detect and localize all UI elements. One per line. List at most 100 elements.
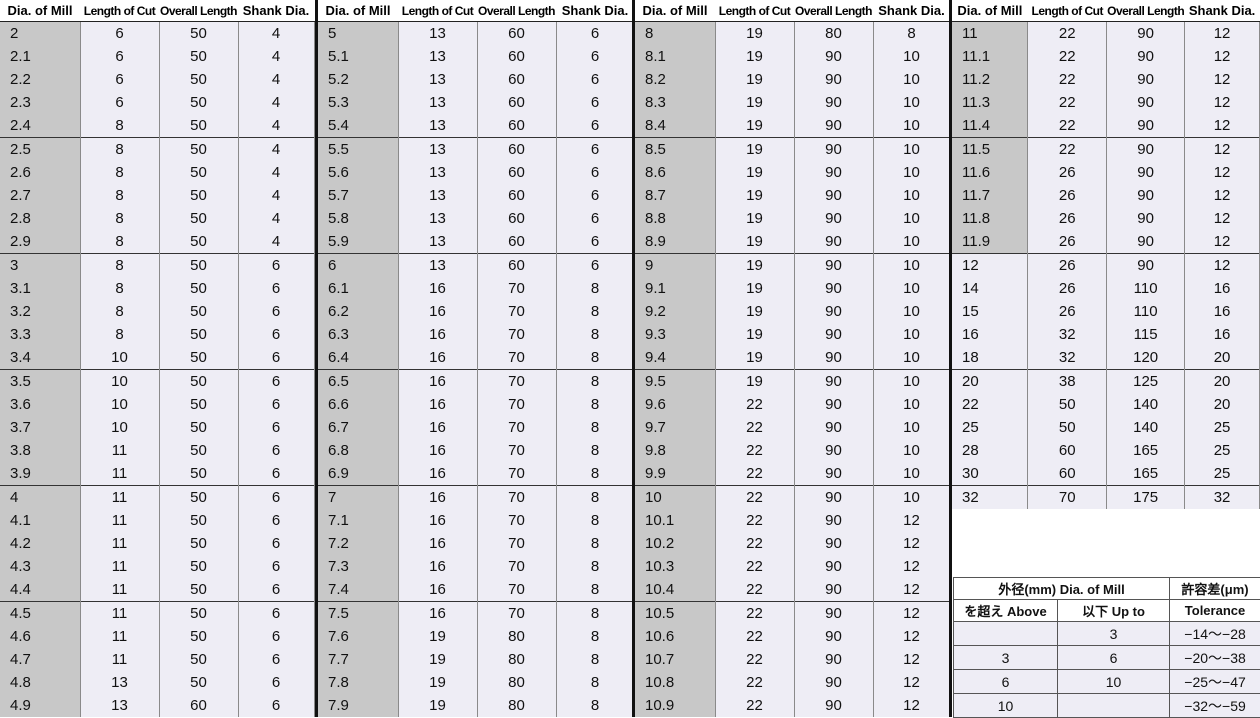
cell-shank-dia: 10	[873, 138, 950, 162]
cell-overall-length: 70	[477, 532, 556, 555]
cell-length-of-cut: 70	[1028, 486, 1107, 510]
cell-shank-dia: 6	[238, 555, 314, 578]
cell-length-of-cut: 13	[398, 207, 477, 230]
cell-length-of-cut: 11	[80, 625, 159, 648]
cell-shank-dia: 4	[238, 184, 314, 207]
cell-length-of-cut: 22	[715, 648, 794, 671]
header-dia: Dia. of Mill	[952, 0, 1028, 22]
cell-shank-dia: 12	[1185, 184, 1260, 207]
cell-shank-dia: 12	[1185, 22, 1260, 46]
cell-length-of-cut: 32	[1028, 346, 1107, 370]
cell-shank-dia: 6	[238, 254, 314, 278]
cell-length-of-cut: 22	[1028, 91, 1107, 114]
cell-length-of-cut: 10	[80, 393, 159, 416]
cell-length-of-cut: 13	[398, 45, 477, 68]
table-row: 9.6229010	[635, 393, 950, 416]
tolerance-upto: 6	[1058, 646, 1170, 670]
cell-overall-length: 50	[159, 45, 238, 68]
cell-length-of-cut: 26	[1028, 184, 1107, 207]
cell-dia: 10.5	[635, 602, 715, 626]
cell-overall-length: 90	[794, 439, 873, 462]
tolerance-value: −20〜−38	[1170, 646, 1260, 670]
cell-length-of-cut: 22	[715, 462, 794, 486]
table-row: 11.4229012	[952, 114, 1260, 138]
table-row: 11.6269012	[952, 161, 1260, 184]
cell-overall-length: 90	[794, 68, 873, 91]
cell-dia: 2.1	[0, 45, 80, 68]
cell-overall-length: 50	[159, 277, 238, 300]
cell-dia: 5.3	[318, 91, 398, 114]
cell-shank-dia: 6	[238, 300, 314, 323]
cell-dia: 3.5	[0, 370, 80, 394]
table-row: 152611016	[952, 300, 1260, 323]
cell-shank-dia: 8	[556, 625, 634, 648]
cell-overall-length: 90	[1107, 45, 1185, 68]
table-row: 11.8269012	[952, 207, 1260, 230]
cell-length-of-cut: 22	[715, 671, 794, 694]
tolerance-header-upto: 以下 Up to	[1058, 600, 1170, 622]
cell-shank-dia: 8	[556, 509, 634, 532]
cell-shank-dia: 6	[556, 161, 634, 184]
cell-shank-dia: 6	[556, 254, 634, 278]
cell-overall-length: 50	[159, 300, 238, 323]
cell-dia: 9.7	[635, 416, 715, 439]
cell-overall-length: 60	[477, 68, 556, 91]
cell-overall-length: 165	[1107, 439, 1185, 462]
cell-shank-dia: 12	[1185, 138, 1260, 162]
cell-overall-length: 90	[794, 578, 873, 602]
cell-overall-length: 50	[159, 578, 238, 602]
cell-dia: 9.6	[635, 393, 715, 416]
cell-overall-length: 60	[477, 91, 556, 114]
header-overall-length: Overall Length	[159, 0, 238, 22]
cell-overall-length: 50	[159, 114, 238, 138]
cell-overall-length: 90	[794, 254, 873, 278]
tolerance-above: 10	[954, 694, 1058, 718]
table-row: 4.711506	[0, 648, 314, 671]
cell-length-of-cut: 8	[80, 300, 159, 323]
cell-dia: 7.7	[318, 648, 398, 671]
cell-overall-length: 90	[1107, 161, 1185, 184]
cell-dia: 7.9	[318, 694, 398, 717]
cell-dia: 10.9	[635, 694, 715, 717]
cell-length-of-cut: 19	[715, 346, 794, 370]
cell-dia: 7.8	[318, 671, 398, 694]
cell-overall-length: 115	[1107, 323, 1185, 346]
table-row: 7.516708	[318, 602, 634, 626]
cell-shank-dia: 10	[873, 207, 950, 230]
cell-dia: 10.7	[635, 648, 715, 671]
tolerance-header-above: を超え Above	[954, 600, 1058, 622]
table-row: 9.1199010	[635, 277, 950, 300]
cell-overall-length: 70	[477, 370, 556, 394]
cell-overall-length: 90	[1107, 22, 1185, 46]
cell-length-of-cut: 8	[80, 114, 159, 138]
cell-dia: 8.4	[635, 114, 715, 138]
cell-overall-length: 90	[794, 671, 873, 694]
cell-length-of-cut: 16	[398, 439, 477, 462]
cell-dia: 2.7	[0, 184, 80, 207]
table-row: 9.2199010	[635, 300, 950, 323]
cell-dia: 4	[0, 486, 80, 510]
cell-overall-length: 50	[159, 346, 238, 370]
table-row: 8.1199010	[635, 45, 950, 68]
spec-table-2: Dia. of MillLength of CutOverall LengthS…	[318, 0, 635, 717]
table-row: 11.9269012	[952, 230, 1260, 254]
table-row: 819808	[635, 22, 950, 46]
cell-shank-dia: 6	[556, 45, 634, 68]
cell-length-of-cut: 26	[1028, 161, 1107, 184]
cell-dia: 11.4	[952, 114, 1028, 138]
cell-length-of-cut: 19	[715, 161, 794, 184]
cell-dia: 11.5	[952, 138, 1028, 162]
table-row: 7.216708	[318, 532, 634, 555]
cell-dia: 7.3	[318, 555, 398, 578]
cell-shank-dia: 8	[556, 555, 634, 578]
cell-length-of-cut: 8	[80, 277, 159, 300]
cell-overall-length: 60	[477, 184, 556, 207]
cell-overall-length: 50	[159, 602, 238, 626]
table-row: 10.6229012	[635, 625, 950, 648]
cell-shank-dia: 8	[556, 462, 634, 486]
cell-dia: 2.9	[0, 230, 80, 254]
cell-length-of-cut: 22	[715, 486, 794, 510]
cell-dia: 10.2	[635, 532, 715, 555]
cell-length-of-cut: 22	[715, 532, 794, 555]
cell-dia: 18	[952, 346, 1028, 370]
